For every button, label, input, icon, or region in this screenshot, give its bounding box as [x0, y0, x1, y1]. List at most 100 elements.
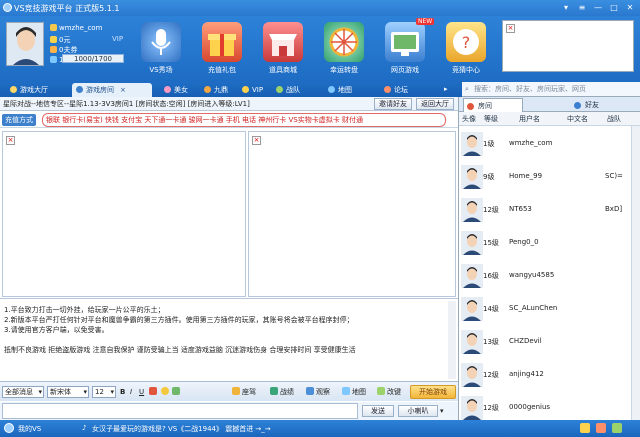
- player-row[interactable]: 1级 wmzhe_com: [459, 127, 631, 163]
- nav-vs-show[interactable]: VS秀场: [132, 20, 190, 82]
- tab-game-room[interactable]: 游戏房间 ×: [72, 83, 152, 97]
- mount-button[interactable]: 座驾: [232, 386, 256, 398]
- eye-icon: [306, 387, 314, 395]
- maximize-icon[interactable]: □: [608, 2, 620, 13]
- tab-label: 美女: [174, 86, 188, 94]
- notice-scrollbar[interactable]: [448, 301, 456, 379]
- player-row[interactable]: 13级 CHZDevil: [459, 325, 631, 361]
- notice-line: 1.平台致力打击一切外挂，给玩家一片公平的乐土；: [4, 306, 165, 314]
- notice-area: 1.平台致力打击一切外挂，给玩家一片公平的乐土； 2.新版本平台严打任何针对平台…: [0, 298, 458, 380]
- send-button[interactable]: 发送: [362, 405, 394, 417]
- col-chinese-name[interactable]: 中文名: [567, 114, 588, 124]
- rekey-button[interactable]: 改键: [377, 386, 401, 398]
- broken-image-icon: ×: [252, 136, 261, 145]
- player-list-scrollbar[interactable]: [631, 126, 640, 420]
- menu-icon[interactable]: ≡: [576, 2, 588, 13]
- back-to-lobby-button[interactable]: 返回大厅: [416, 98, 454, 110]
- message-filter-select[interactable]: 全部消息 ▾: [2, 386, 44, 398]
- nav-label: 网页游戏: [391, 66, 419, 74]
- underline-icon[interactable]: U: [139, 386, 144, 398]
- tab-team[interactable]: 战队: [272, 83, 304, 97]
- color-icon[interactable]: [149, 386, 159, 398]
- speaker-dropdown-icon[interactable]: ▾: [440, 407, 444, 415]
- skin-icon[interactable]: ▾: [560, 2, 572, 13]
- room-icon: [76, 86, 83, 93]
- col-team[interactable]: 战队: [607, 114, 621, 124]
- tabs-scroll-right-icon[interactable]: ▸: [444, 85, 448, 93]
- map-button[interactable]: 地图: [342, 386, 366, 398]
- tab-label: 地图: [338, 86, 352, 94]
- marquee-text[interactable]: 女汉子最爱玩的游戏是? VS《二战1944》 震撼首进 →_→: [92, 424, 271, 434]
- forum-icon: [384, 86, 391, 93]
- player-tabs: 房间 好友: [459, 97, 640, 112]
- speaker-button[interactable]: 小喇叭: [398, 405, 438, 417]
- nav-quiz-center[interactable]: ? 竞猜中心: [437, 20, 495, 82]
- tab-vip[interactable]: VIP: [238, 83, 267, 97]
- player-row[interactable]: 16级 wangyu4585: [459, 259, 631, 295]
- exp-bar: 1000/1700: [62, 54, 124, 63]
- screenshot-icon[interactable]: [172, 386, 182, 398]
- col-avatar[interactable]: 头像: [462, 114, 476, 124]
- nav-recharge-gift[interactable]: 充值礼包: [193, 20, 251, 82]
- nav-lucky-wheel[interactable]: 幸运转盘: [315, 20, 373, 82]
- player-name: CHZDevil: [509, 337, 542, 345]
- tab-friends[interactable]: 好友: [571, 98, 631, 112]
- tab-beauty[interactable]: 美女: [160, 83, 192, 97]
- close-icon[interactable]: ✕: [624, 2, 636, 13]
- user-coins: 0元: [59, 36, 71, 44]
- player-row[interactable]: 12级 anjing412: [459, 358, 631, 394]
- tab-lobby[interactable]: 游戏大厅: [6, 83, 52, 97]
- start-game-button[interactable]: 开始游戏: [410, 385, 456, 399]
- recharge-links[interactable]: 银联 银行卡(易宝) 快钱 支付宝 天下通一卡通 骏网一卡通 手机 电话 神州行…: [42, 113, 446, 127]
- player-level: 1级: [483, 140, 495, 148]
- player-name: wangyu4585: [509, 271, 555, 279]
- map-icon: [342, 387, 350, 395]
- player-row[interactable]: 9级 Home_99 SC)=: [459, 160, 631, 196]
- font-size-select[interactable]: 12 ▾: [92, 386, 116, 398]
- nav-web-games[interactable]: 网页游戏 NEW: [376, 18, 435, 82]
- minimize-icon[interactable]: —: [592, 2, 604, 13]
- coin-icon: [50, 36, 57, 43]
- select-value: 全部消息: [5, 388, 33, 396]
- nav-label: 充值礼包: [208, 66, 236, 74]
- player-row[interactable]: 15级 Peng0_0: [459, 226, 631, 262]
- font-select[interactable]: 新宋体 ▾: [47, 386, 89, 398]
- player-list-header: 头像 等级 用户名 中文名 战队: [459, 112, 640, 126]
- tab-jiuding[interactable]: 九鼎: [200, 83, 232, 97]
- tab-label: 好友: [585, 101, 599, 109]
- col-username[interactable]: 用户名: [519, 114, 540, 124]
- vs-logo-icon: [4, 423, 14, 433]
- tray-icon[interactable]: [612, 423, 622, 433]
- close-tab-icon[interactable]: ×: [120, 86, 126, 94]
- title-bar: VS竞技游戏平台 正式版5.1.1 ▾ ≡ — □ ✕: [0, 0, 640, 16]
- crown-icon: [242, 86, 249, 93]
- header: wmzhe_com 0元 VIP 0夫券 1级 1000/1700 VS秀场 充…: [0, 16, 640, 82]
- microphone-icon: [141, 22, 181, 62]
- player-avatar: [461, 330, 483, 354]
- tab-room-players[interactable]: 房间: [463, 98, 523, 112]
- ad-banner[interactable]: ×: [502, 20, 634, 72]
- chat-input[interactable]: [2, 403, 358, 419]
- left-pane[interactable]: ×: [2, 131, 246, 297]
- player-row[interactable]: 14级 SC_ALunChen: [459, 292, 631, 328]
- search-input[interactable]: 搜索：房间、好友、房间玩家、网页: [462, 82, 640, 97]
- tab-forum[interactable]: 论坛: [380, 83, 412, 97]
- tray-icon[interactable]: [580, 423, 590, 433]
- user-name: wmzhe_com: [59, 24, 103, 32]
- player-level: 12级: [483, 371, 499, 379]
- invite-friends-button[interactable]: 邀请好友: [374, 98, 412, 110]
- user-avatar[interactable]: [6, 22, 44, 66]
- notice-line: 2.新版本平台严打任何针对平台和魔兽争霸的第三方插件。使用第三方插件的玩家，其账…: [4, 316, 354, 324]
- record-button[interactable]: 战绩: [270, 386, 294, 398]
- tray-icon[interactable]: [596, 423, 606, 433]
- emoji-icon[interactable]: [161, 386, 171, 398]
- nav-item-mall[interactable]: 道具商城: [254, 20, 312, 82]
- observe-button[interactable]: 观察: [306, 386, 330, 398]
- italic-icon[interactable]: I: [130, 386, 132, 398]
- col-level[interactable]: 等级: [484, 114, 498, 124]
- bold-icon[interactable]: B: [120, 386, 125, 398]
- right-pane[interactable]: ×: [248, 131, 456, 297]
- player-row[interactable]: 12级 NT653 BxD]: [459, 193, 631, 229]
- tab-map[interactable]: 地图: [324, 83, 356, 97]
- my-vs-button[interactable]: 我的VS: [18, 424, 41, 434]
